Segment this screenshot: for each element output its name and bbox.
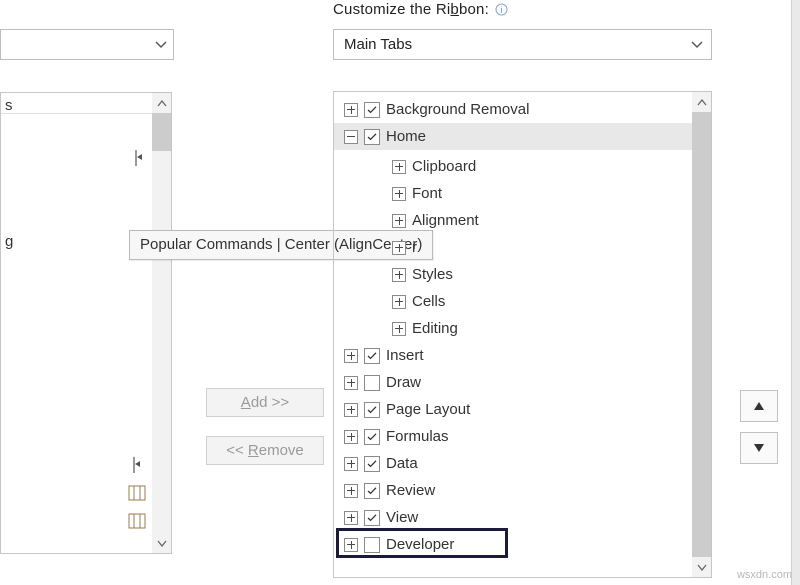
collapse-icon[interactable] [344, 130, 358, 144]
column-width-icon [127, 511, 147, 531]
chevron-down-icon [155, 41, 167, 49]
tree-group-item[interactable]: Font [334, 180, 692, 207]
tree-tab-item[interactable]: Insert [334, 342, 692, 369]
tree-tab-item[interactable]: Review [334, 477, 692, 504]
scroll-down-button[interactable] [692, 557, 711, 577]
checkbox[interactable] [364, 402, 380, 418]
expand-icon[interactable] [344, 103, 358, 117]
dropdown-value: Main Tabs [344, 36, 412, 53]
ribbon-tabs-tree[interactable]: Background Removal Home Clipboard Font Align… [333, 91, 712, 578]
tree-item-label: Styles [412, 266, 453, 283]
expand-icon[interactable] [344, 511, 358, 525]
list-item[interactable]: s [1, 93, 152, 117]
scroll-thumb[interactable] [692, 112, 711, 557]
tree-tab-item[interactable]: Data [334, 450, 692, 477]
tree-item-label: Review [386, 482, 435, 499]
checkbox[interactable] [364, 102, 380, 118]
column-width-icon [127, 483, 147, 503]
scroll-down-button[interactable] [152, 533, 171, 553]
tree-item-label: Draw [386, 374, 421, 391]
watermark: wsxdn.com [737, 569, 792, 581]
list-item-glyph [127, 455, 147, 475]
expand-icon[interactable] [344, 349, 358, 363]
tree-item-label: Formulas [386, 428, 449, 445]
tree-tab-item[interactable]: Home [334, 123, 692, 150]
tree-item-label: Font [412, 185, 442, 202]
tree-item-label: Developer [386, 536, 454, 553]
tree-group-item[interactable]: Alignment [334, 207, 692, 234]
tree-group-item[interactable]: Clipboard [334, 153, 692, 180]
checkbox[interactable] [364, 129, 380, 145]
checkbox[interactable] [364, 429, 380, 445]
list-item-glyph [129, 148, 149, 168]
text-cursor-icon [127, 455, 147, 475]
expand-icon[interactable] [392, 268, 406, 282]
list-item-glyph [127, 483, 147, 503]
tree-item-label: r [412, 239, 417, 256]
expand-icon[interactable] [344, 484, 358, 498]
customize-ribbon-label: Customize the Ribbon: i [333, 1, 508, 20]
chevron-down-icon [691, 36, 703, 53]
remove-button[interactable]: << Remove [206, 436, 324, 465]
checkbox[interactable] [364, 375, 380, 391]
scroll-track[interactable] [152, 113, 171, 533]
expand-icon[interactable] [392, 160, 406, 174]
tree-item-label: Background Removal [386, 101, 529, 118]
tree-tab-item[interactable]: Draw [334, 369, 692, 396]
scroll-thumb[interactable] [152, 113, 171, 151]
expand-icon[interactable] [344, 457, 358, 471]
checkbox[interactable] [364, 537, 380, 553]
tree-tab-item[interactable]: Formulas [334, 423, 692, 450]
tree-item-label: View [386, 509, 418, 526]
expand-icon[interactable] [344, 376, 358, 390]
window-scrollbar[interactable] [792, 0, 800, 585]
commands-listbox[interactable]: s g [0, 92, 172, 554]
checkbox[interactable] [364, 348, 380, 364]
customize-ribbon-dropdown[interactable]: Main Tabs [333, 29, 712, 60]
tree-group-item[interactable]: Cells [334, 288, 692, 315]
scroll-up-button[interactable] [692, 92, 711, 112]
checkbox[interactable] [364, 483, 380, 499]
list-item-text: s [5, 97, 13, 114]
text-cursor-icon [129, 148, 149, 168]
tree-group-item[interactable]: Editing [334, 315, 692, 342]
scroll-up-button[interactable] [152, 93, 171, 113]
checkbox[interactable] [364, 510, 380, 526]
expand-icon[interactable] [344, 538, 358, 552]
expand-icon[interactable] [344, 430, 358, 444]
expand-icon[interactable] [392, 187, 406, 201]
checkbox[interactable] [364, 456, 380, 472]
tree-tab-item[interactable]: View [334, 504, 692, 531]
choose-commands-dropdown[interactable] [0, 29, 174, 60]
expand-icon[interactable] [392, 295, 406, 309]
list-item-glyph [127, 511, 147, 531]
move-down-button[interactable] [740, 432, 778, 464]
tree-item-label: Clipboard [412, 158, 476, 175]
tree-group-item[interactable]: Styles [334, 261, 692, 288]
tree-item-label: Data [386, 455, 418, 472]
move-up-button[interactable] [740, 390, 778, 422]
add-button[interactable]: Add >> [206, 388, 324, 417]
scroll-track[interactable] [692, 112, 711, 557]
svg-text:i: i [501, 5, 503, 15]
tree-tab-item[interactable]: Background Removal [334, 96, 692, 123]
tree-item-label: Alignment [412, 212, 479, 229]
commands-list-scrollbar[interactable] [152, 93, 171, 553]
expand-icon[interactable] [344, 403, 358, 417]
tree-item-label: Editing [412, 320, 458, 337]
tree-item-label: Insert [386, 347, 424, 364]
tree-group-item[interactable]: r [334, 234, 692, 261]
panel-right-edge [791, 0, 792, 585]
info-icon: i [495, 3, 508, 20]
tree-item-label: Cells [412, 293, 445, 310]
tree-tab-item[interactable]: Developer [334, 531, 692, 558]
tree-item-label: Home [386, 128, 426, 145]
expand-icon[interactable] [392, 214, 406, 228]
tree-tab-item[interactable]: Page Layout [334, 396, 692, 423]
tree-scrollbar[interactable] [692, 92, 711, 577]
expand-icon[interactable] [392, 322, 406, 336]
list-item-text: g [5, 233, 13, 250]
expand-icon[interactable] [392, 241, 406, 255]
tree-item-label: Page Layout [386, 401, 470, 418]
